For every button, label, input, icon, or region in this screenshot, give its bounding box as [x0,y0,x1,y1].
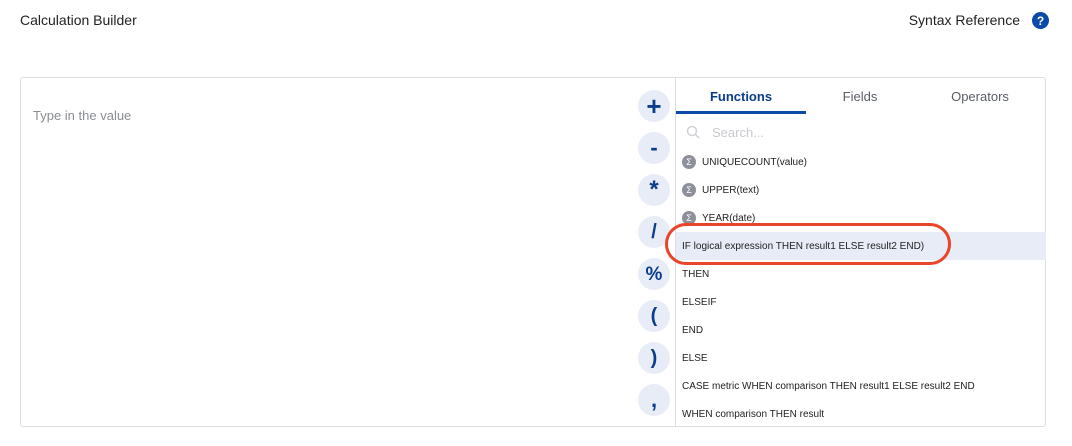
sigma-icon: Σ [682,211,696,225]
function-search [676,118,1046,146]
tab-bar: Functions Fields Operators [676,78,1046,114]
function-label: ELSEIF [682,296,717,308]
plus-icon: + [646,91,662,121]
expression-editor[interactable] [21,78,631,426]
percent-button[interactable]: % [638,258,670,290]
function-label: ELSE [682,352,708,364]
open-paren-icon: ( [650,305,658,327]
list-item[interactable]: ELSEIF [676,288,1046,316]
function-label: IF logical expression THEN result1 ELSE … [682,240,925,252]
list-item-highlighted[interactable]: IF logical expression THEN result1 ELSE … [676,232,1046,260]
divide-icon: / [651,221,657,243]
list-item[interactable]: CASE metric WHEN comparison THEN result1… [676,372,1046,400]
active-tab-indicator [676,111,806,114]
list-item[interactable]: THEN [676,260,1046,288]
close-paren-button[interactable]: ) [638,342,670,374]
function-label: UNIQUECOUNT(value) [702,156,808,168]
list-item[interactable]: END [676,316,1046,344]
minus-icon: - [650,135,658,160]
multiply-icon: * [649,176,659,203]
syntax-reference-link[interactable]: Syntax Reference [909,12,1020,28]
function-label: YEAR(date) [702,212,756,224]
list-item[interactable]: Σ UNIQUECOUNT(value) [676,148,1046,176]
function-label: END [682,324,704,336]
percent-icon: % [645,263,663,285]
calculation-builder: + - * / % ( ) , Functions Fields Operato… [20,77,1046,427]
help-icon[interactable]: ? [1032,12,1049,29]
comma-icon: , [650,387,658,412]
sigma-icon: Σ [682,155,696,169]
tab-operators[interactable]: Operators [914,78,1046,114]
minus-button[interactable]: - [638,132,670,164]
multiply-button[interactable]: * [638,174,670,206]
header: Calculation Builder Syntax Reference ? [0,0,1072,40]
comma-button[interactable]: , [638,384,670,416]
sigma-icon: Σ [682,183,696,197]
open-paren-button[interactable]: ( [638,300,670,332]
list-item[interactable]: WHEN comparison THEN result [676,400,1046,428]
function-label: WHEN comparison THEN result [682,408,825,420]
list-item[interactable]: Σ UPPER(text) [676,176,1046,204]
list-item[interactable]: Σ YEAR(date) [676,204,1046,232]
function-label: THEN [682,268,710,280]
reference-panel: Functions Fields Operators Σ UNIQUECOUNT… [675,78,1046,426]
search-input[interactable] [712,122,1032,142]
expression-input[interactable] [33,108,133,123]
close-paren-icon: ) [650,347,658,369]
function-label: CASE metric WHEN comparison THEN result1… [682,380,975,392]
list-item[interactable]: ELSE [676,344,1046,372]
function-label: UPPER(text) [702,184,760,196]
tab-fields[interactable]: Fields [806,78,914,114]
plus-button[interactable]: + [638,90,670,122]
tab-functions[interactable]: Functions [676,78,806,114]
page-title: Calculation Builder [20,12,137,28]
divide-button[interactable]: / [638,216,670,248]
search-icon [686,125,700,139]
